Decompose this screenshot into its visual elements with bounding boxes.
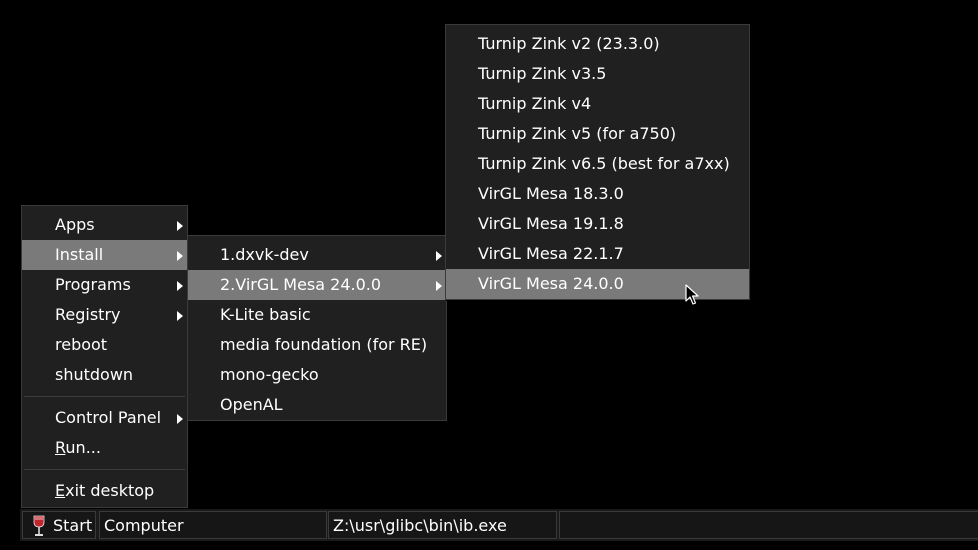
install-item-mono-gecko[interactable]: mono-gecko	[188, 360, 446, 390]
menu-item-label: OpenAL	[220, 395, 283, 414]
virgl-item-turnip-zink-v6-5[interactable]: Turnip Zink v6.5 (best for a7xx)	[446, 149, 749, 179]
menu-item-label: mono-gecko	[220, 365, 319, 384]
start-menu-item-run[interactable]: Run...	[22, 433, 187, 463]
menu-item-label: Control Panel	[55, 408, 162, 427]
virgl-item-turnip-zink-v2[interactable]: Turnip Zink v2 (23.3.0)	[446, 29, 749, 59]
install-item-k-lite[interactable]: K-Lite basic	[188, 300, 446, 330]
start-menu-item-control-panel[interactable]: Control Panel	[22, 403, 187, 433]
install-item-openal[interactable]: OpenAL	[188, 390, 446, 420]
submenu-arrow-icon	[436, 251, 442, 261]
menu-item-label: K-Lite basic	[220, 305, 311, 324]
menu-item-label: Turnip Zink v4	[478, 94, 592, 113]
menu-item-label: 2.VirGL Mesa 24.0.0	[220, 275, 382, 294]
submenu-arrow-icon	[177, 281, 183, 291]
start-menu-item-programs[interactable]: Programs	[22, 270, 187, 300]
menu-item-mnemonic: R	[55, 438, 66, 457]
start-menu-item-reboot[interactable]: reboot	[22, 330, 187, 360]
menu-item-label: Turnip Zink v5 (for a750)	[478, 124, 677, 143]
menu-item-label: Programs	[55, 275, 131, 294]
menu-separator	[24, 396, 185, 397]
virgl-item-mesa-18-3-0[interactable]: VirGL Mesa 18.3.0	[446, 179, 749, 209]
install-item-media-foundation[interactable]: media foundation (for RE)	[188, 330, 446, 360]
start-menu-item-apps[interactable]: Apps	[22, 210, 187, 240]
taskbar-task-computer[interactable]: Computer	[99, 511, 327, 539]
wine-glass-icon	[33, 515, 45, 536]
menu-item-label: Apps	[55, 215, 95, 234]
install-submenu: 1.dxvk-dev 2.VirGL Mesa 24.0.0 K-Lite ba…	[187, 235, 447, 421]
task-label: Z:\usr\glibc\bin\ib.exe	[333, 516, 507, 535]
virgl-item-turnip-zink-v5[interactable]: Turnip Zink v5 (for a750)	[446, 119, 749, 149]
menu-item-mnemonic: E	[55, 481, 66, 500]
taskbar-empty-area	[559, 511, 978, 539]
menu-item-label: shutdown	[55, 365, 134, 384]
start-menu-item-exit-desktop[interactable]: Exit desktop	[22, 476, 187, 506]
task-label: Computer	[104, 516, 184, 535]
submenu-arrow-icon	[177, 414, 183, 424]
mouse-pointer-icon	[685, 284, 699, 305]
taskbar-task-ib-exe[interactable]: Z:\usr\glibc\bin\ib.exe	[328, 511, 557, 539]
start-menu: Apps Install Programs Registry reboot sh…	[21, 205, 188, 508]
menu-item-label: VirGL Mesa 18.3.0	[478, 184, 624, 203]
submenu-arrow-icon	[177, 221, 183, 231]
install-item-virgl-mesa[interactable]: 2.VirGL Mesa 24.0.0	[188, 270, 446, 300]
virgl-item-turnip-zink-v4[interactable]: Turnip Zink v4	[446, 89, 749, 119]
menu-separator	[24, 469, 185, 470]
menu-item-label: xit desktop	[65, 481, 155, 500]
menu-item-label: VirGL Mesa 19.1.8	[478, 214, 624, 233]
submenu-arrow-icon	[177, 311, 183, 321]
menu-item-label: VirGL Mesa 24.0.0	[478, 274, 624, 293]
virgl-item-turnip-zink-v3-5[interactable]: Turnip Zink v3.5	[446, 59, 749, 89]
start-menu-item-registry[interactable]: Registry	[22, 300, 187, 330]
start-menu-item-shutdown[interactable]: shutdown	[22, 360, 187, 390]
taskbar: Start Computer Z:\usr\glibc\bin\ib.exe	[20, 509, 978, 541]
menu-item-label: Registry	[55, 305, 121, 324]
menu-item-label: VirGL Mesa 22.1.7	[478, 244, 624, 263]
virgl-item-mesa-24-0-0[interactable]: VirGL Mesa 24.0.0	[446, 269, 749, 299]
virgl-submenu: Turnip Zink v2 (23.3.0) Turnip Zink v3.5…	[445, 24, 750, 300]
install-item-dxvk-dev[interactable]: 1.dxvk-dev	[188, 240, 446, 270]
menu-item-label: media foundation (for RE)	[220, 335, 428, 354]
desktop[interactable]: Apps Install Programs Registry reboot sh…	[0, 0, 978, 550]
submenu-arrow-icon	[177, 251, 183, 261]
virgl-item-mesa-19-1-8[interactable]: VirGL Mesa 19.1.8	[446, 209, 749, 239]
menu-item-label: Turnip Zink v2 (23.3.0)	[478, 34, 660, 53]
menu-item-label: Install	[55, 245, 104, 264]
menu-item-label: un...	[65, 438, 101, 457]
virgl-item-mesa-22-1-7[interactable]: VirGL Mesa 22.1.7	[446, 239, 749, 269]
menu-item-label: reboot	[55, 335, 108, 354]
submenu-arrow-icon	[436, 281, 442, 291]
menu-item-label: Turnip Zink v3.5	[478, 64, 607, 83]
menu-item-label: Turnip Zink v6.5 (best for a7xx)	[478, 154, 730, 173]
menu-item-label: 1.dxvk-dev	[220, 245, 309, 264]
start-button-label: Start	[53, 516, 93, 535]
start-menu-item-install[interactable]: Install	[22, 240, 187, 270]
start-button[interactable]: Start	[22, 511, 96, 539]
